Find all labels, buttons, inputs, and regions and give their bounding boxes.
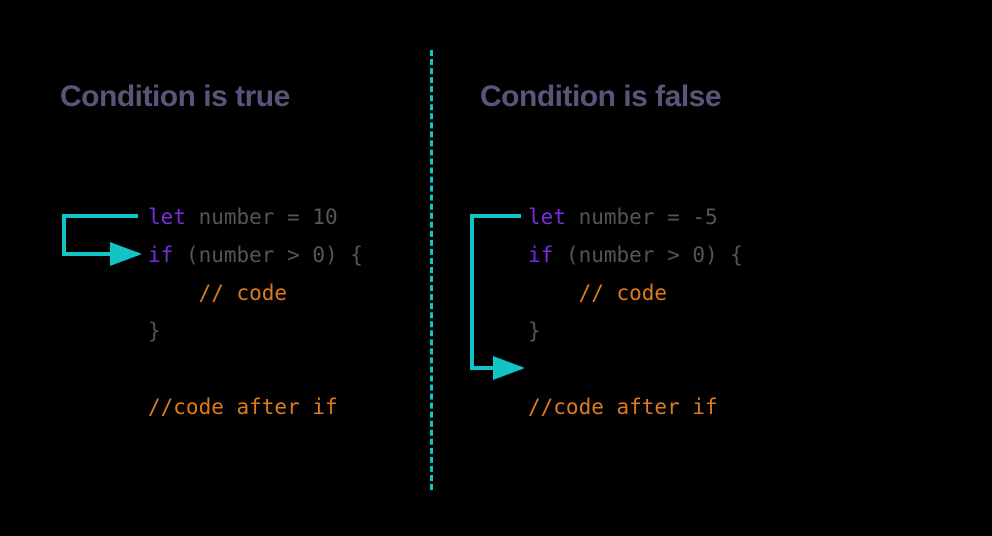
comment-after: //code after if	[148, 395, 338, 419]
code-text: number = 10	[186, 205, 338, 229]
code-text: (number > 0) {	[173, 243, 363, 267]
heading-false: Condition is false	[480, 80, 721, 114]
code-text: (number > 0) {	[553, 243, 743, 267]
code-brace: }	[148, 319, 161, 343]
comment-after: //code after if	[528, 395, 718, 419]
comment: // code	[528, 281, 667, 305]
code-false: let number = -5 if (number > 0) { // cod…	[528, 160, 743, 426]
flow-arrow-false	[466, 210, 546, 410]
comment: // code	[148, 281, 287, 305]
code-true: let number = 10 if (number > 0) { // cod…	[148, 160, 363, 426]
flow-arrow-true	[58, 210, 158, 270]
heading-true: Condition is true	[60, 80, 290, 114]
divider	[430, 50, 433, 490]
code-text: number = -5	[566, 205, 718, 229]
